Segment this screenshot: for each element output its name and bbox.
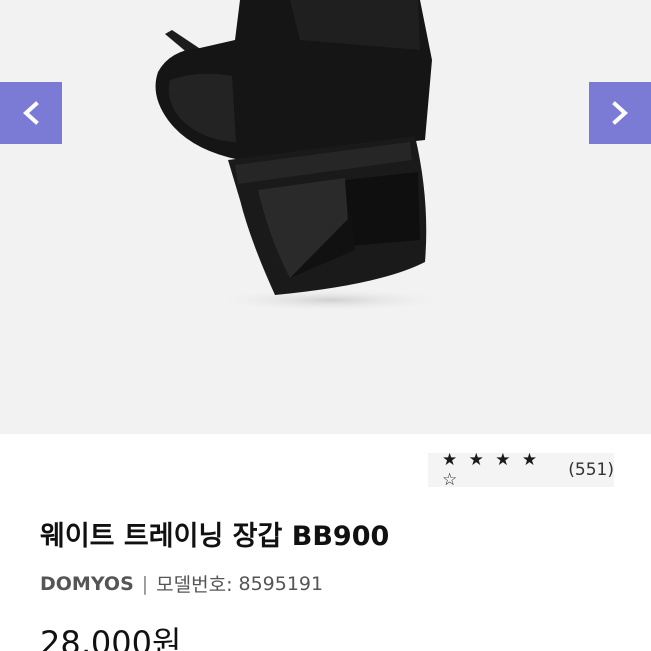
product-page: ★ ★ ★ ★ ☆ (551) 웨이트 트레이닝 장갑 BB900 DOMYOS… [0,0,651,651]
product-title: 웨이트 트레이닝 장갑 BB900 [40,521,390,552]
meta-separator: | [141,572,149,595]
rating-badge[interactable]: ★ ★ ★ ★ ☆ (551) [428,450,614,490]
review-count: (551) [568,460,614,480]
product-image-carousel[interactable] [0,0,651,434]
chevron-right-icon [612,101,628,125]
product-meta: DOMYOS | 모델번호: 8595191 [40,570,323,597]
carousel-prev-button[interactable] [0,82,62,144]
chevron-left-icon [23,101,39,125]
model-label: 모델번호: [156,574,233,596]
product-image [155,0,450,312]
carousel-next-button[interactable] [589,82,651,144]
model-number: 8595191 [238,572,324,595]
product-info: ★ ★ ★ ★ ☆ (551) 웨이트 트레이닝 장갑 BB900 DOMYOS… [0,434,651,651]
rating-stars: ★ ★ ★ ★ ☆ [442,450,541,490]
product-price: 28,000원 [40,624,182,651]
brand-link[interactable]: DOMYOS [40,573,134,595]
